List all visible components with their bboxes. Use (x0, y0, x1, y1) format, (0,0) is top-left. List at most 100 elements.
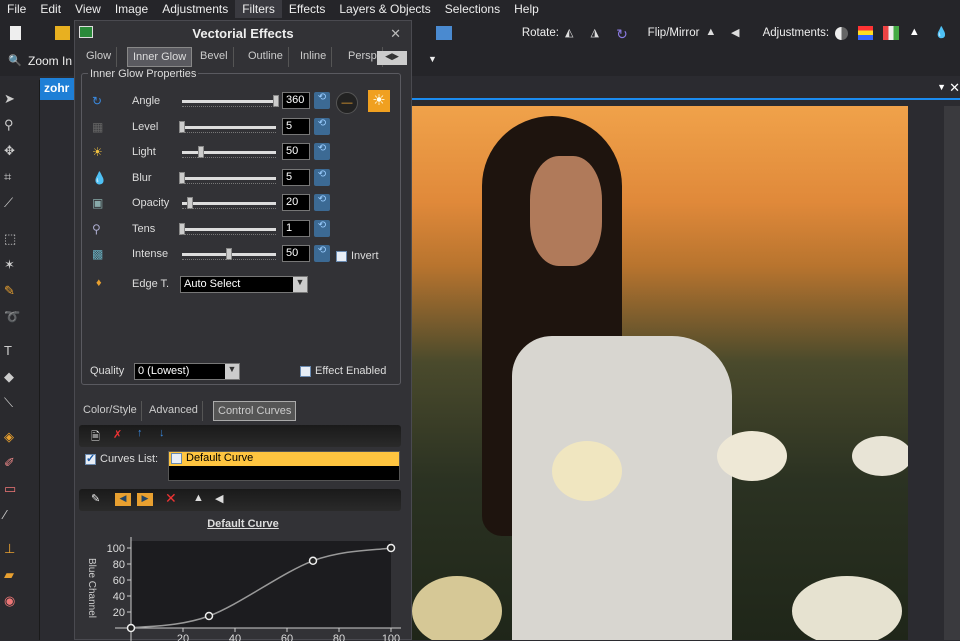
intense-slider[interactable] (182, 248, 276, 260)
tab-outline[interactable]: Outline (243, 47, 289, 67)
menu-selections[interactable]: Selections (438, 0, 507, 18)
move-up-icon[interactable]: ↑ (137, 427, 143, 439)
curve-chart[interactable]: 2040608010020 40 60 80 100Blue Channel (75, 531, 411, 641)
curve-control-point[interactable] (308, 556, 318, 566)
reset-icon[interactable]: ⟲ (314, 143, 330, 160)
angle-dial[interactable]: — (336, 92, 358, 114)
clear-curve-icon[interactable]: ✕ (165, 490, 177, 507)
tab-bevel[interactable]: Bevel (195, 47, 234, 67)
eyedropper-icon[interactable]: ⁄ (4, 508, 20, 522)
flip-curve-h-icon[interactable]: ▲ (193, 492, 204, 504)
menu-layers-objects[interactable]: Layers & Objects (332, 0, 437, 18)
flip-horizontal-icon[interactable]: ▲ (705, 26, 721, 40)
light-source-icon[interactable]: ☀ (368, 90, 390, 112)
curve-control-point[interactable] (126, 623, 136, 633)
edge-type-select[interactable]: Auto Select ▼ (180, 276, 308, 293)
shift-left-icon[interactable]: ◀ (115, 493, 131, 506)
curve-control-point[interactable] (386, 543, 396, 553)
angle-value-input[interactable]: 360 (282, 92, 310, 109)
close-dialog-icon[interactable]: ✕ (390, 26, 401, 42)
vertical-scrollbar[interactable] (944, 106, 960, 640)
fill-bucket-icon[interactable]: ◈ (4, 430, 20, 444)
tab-color-style[interactable]: Color/Style (79, 401, 142, 421)
intense-value-input[interactable]: 50 (282, 245, 310, 262)
straighten-tool-icon[interactable]: ⟋ (4, 196, 20, 210)
blur-slider[interactable] (179, 171, 276, 184)
reset-icon[interactable]: ⟲ (314, 219, 330, 237)
move-tool-icon[interactable]: ✥ (4, 144, 20, 158)
effect-enabled-checkbox[interactable]: Effect Enabled (300, 365, 386, 377)
paintbrush-icon[interactable]: ✐ (4, 456, 20, 470)
lasso-icon[interactable]: ➰ (4, 310, 20, 324)
rect-select-icon[interactable]: ⬚ (4, 232, 20, 246)
curve-control-point[interactable] (204, 611, 214, 621)
edit-curve-icon[interactable]: ✎ (91, 492, 100, 505)
canvas-photo[interactable] (412, 106, 908, 640)
tab-control-curves[interactable]: Control Curves (213, 401, 297, 421)
bandage-icon[interactable]: ▰ (4, 568, 20, 582)
zoom-tool-icon[interactable]: ⚲ (4, 118, 20, 132)
opacity-value-input[interactable]: 20 (282, 194, 310, 211)
menu-effects[interactable]: Effects (282, 0, 332, 18)
dropdown-arrow-icon[interactable]: ▼ (428, 54, 437, 64)
magic-wand-icon[interactable]: ✶ (4, 258, 20, 272)
tab-glow[interactable]: Glow (81, 47, 118, 67)
stamp-icon[interactable]: ⊥ (4, 542, 20, 556)
light-value-input[interactable]: 50 (282, 143, 310, 160)
add-image-icon[interactable] (436, 26, 452, 40)
menu-adjustments[interactable]: Adjustments (155, 0, 235, 18)
tab-advanced[interactable]: Advanced (145, 401, 203, 421)
eraser-icon[interactable]: ▭ (4, 482, 20, 496)
delete-curve-icon[interactable]: ✗ (113, 428, 122, 441)
flip-curve-v-icon[interactable]: ◀ (215, 492, 223, 505)
tab-inner-glow[interactable]: Inner Glow (127, 47, 193, 67)
tens-slider[interactable] (179, 222, 276, 235)
reset-icon[interactable]: ⟲ (314, 117, 330, 135)
reset-icon[interactable]: ⟲ (314, 168, 330, 186)
text-tool-icon[interactable]: T (4, 344, 20, 358)
contrast-icon[interactable] (835, 26, 848, 40)
reset-icon[interactable]: ⟲ (314, 194, 330, 211)
move-down-icon[interactable]: ↓ (159, 427, 165, 439)
blur-drop-icon[interactable]: 💧 (934, 26, 950, 40)
level-value-input[interactable]: 5 (282, 117, 310, 135)
menu-edit[interactable]: Edit (33, 0, 68, 18)
light-slider[interactable] (182, 146, 276, 158)
rotate-free-icon[interactable]: ↻ (616, 26, 632, 42)
shift-right-icon[interactable]: ▶ (137, 493, 153, 506)
list-item[interactable]: Default Curve (169, 452, 399, 466)
line-tool-icon[interactable]: ⟍ (4, 396, 20, 410)
angle-slider[interactable] (182, 95, 279, 107)
menu-help[interactable]: Help (507, 0, 546, 18)
rotate-right-icon[interactable]: ◮ (591, 26, 607, 40)
reset-icon[interactable]: ⟲ (314, 92, 330, 109)
tab-scroll-buttons[interactable]: ◀▶ (377, 51, 407, 65)
zoom-in-icon[interactable]: 🔍 (8, 54, 22, 67)
menu-filters[interactable]: Filters (235, 0, 282, 18)
close-document-icon[interactable]: ✕ (949, 80, 960, 96)
channels-icon[interactable] (883, 26, 899, 40)
tens-value-input[interactable]: 1 (282, 219, 310, 237)
crop-tool-icon[interactable]: ⌗ (4, 170, 20, 184)
invert-checkbox[interactable]: Invert (336, 250, 379, 262)
tab-inline[interactable]: Inline (295, 47, 333, 67)
shapes-tool-icon[interactable]: ◆ (4, 370, 20, 384)
flip-vertical-icon[interactable]: ◀ (731, 26, 747, 40)
rotate-left-icon[interactable]: ◭ (565, 26, 581, 40)
tab-list-icon[interactable]: ▼ (937, 82, 946, 92)
menu-view[interactable]: View (68, 0, 108, 18)
menu-image[interactable]: Image (108, 0, 155, 18)
blur-value-input[interactable]: 5 (282, 168, 310, 186)
level-slider[interactable] (179, 120, 276, 133)
new-file-icon[interactable] (10, 26, 21, 40)
quality-select[interactable]: 0 (Lowest) ▼ (134, 363, 240, 380)
menu-file[interactable]: File (0, 0, 33, 18)
brush-select-icon[interactable]: ✎ (4, 284, 20, 298)
add-curve-icon[interactable]: 🗎 (91, 428, 100, 447)
reset-icon[interactable]: ⟲ (314, 245, 330, 262)
red-eye-icon[interactable]: ◉ (4, 594, 20, 608)
select-arrow-tool-icon[interactable]: ➤ (4, 92, 20, 106)
color-balance-icon[interactable] (857, 26, 874, 40)
zoom-in-button[interactable]: Zoom In (28, 54, 72, 68)
open-folder-icon[interactable] (54, 26, 71, 40)
